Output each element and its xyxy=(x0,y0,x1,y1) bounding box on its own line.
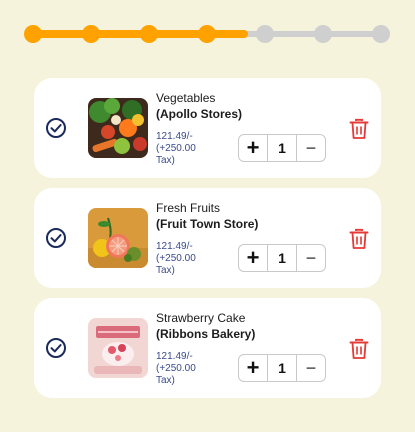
quantity-value: 1 xyxy=(278,140,286,156)
quantity-stepper: + 1 − xyxy=(238,244,326,272)
decrease-quantity-button[interactable]: − xyxy=(296,245,325,271)
trash-icon[interactable] xyxy=(349,228,369,250)
progress-step xyxy=(198,25,216,43)
progress-step xyxy=(372,25,390,43)
price-value: 121.49/- xyxy=(156,351,193,362)
progress-step xyxy=(256,25,274,43)
cart-item-card: Vegetables (Apollo Stores) 121.49/- (+25… xyxy=(34,78,381,178)
checkout-progress xyxy=(24,24,390,44)
item-price: 121.49/- (+250.00 Tax) xyxy=(156,241,216,277)
decrease-quantity-button[interactable]: − xyxy=(296,135,325,161)
quantity-stepper: + 1 − xyxy=(238,354,326,382)
checked-circle-icon[interactable] xyxy=(45,117,67,139)
price-value: 121.49/- xyxy=(156,131,193,142)
quantity-value: 1 xyxy=(278,250,286,266)
increase-quantity-button[interactable]: + xyxy=(239,245,268,271)
quantity-value: 1 xyxy=(278,360,286,376)
fruits-image xyxy=(88,208,148,268)
cart-item-card: Strawberry Cake (Ribbons Bakery) 121.49/… xyxy=(34,298,381,398)
checked-circle-icon[interactable] xyxy=(45,337,67,359)
store-name: (Apollo Stores) xyxy=(156,107,242,121)
vegetables-image xyxy=(88,98,148,158)
price-value: 121.49/- xyxy=(156,241,193,252)
store-name: (Ribbons Bakery) xyxy=(156,327,256,341)
cake-image xyxy=(88,318,148,378)
item-price: 121.49/- (+250.00 Tax) xyxy=(156,131,216,167)
progress-step xyxy=(82,25,100,43)
item-name: Strawberry Cake xyxy=(156,311,246,325)
tax-value: (+250.00 Tax) xyxy=(156,253,196,276)
tax-value: (+250.00 Tax) xyxy=(156,143,196,166)
item-name: Vegetables xyxy=(156,91,216,105)
progress-step xyxy=(314,25,332,43)
increase-quantity-button[interactable]: + xyxy=(239,355,268,381)
cart-item-card: Fresh Fruits (Fruit Town Store) 121.49/-… xyxy=(34,188,381,288)
item-name: Fresh Fruits xyxy=(156,201,221,215)
progress-step xyxy=(24,25,42,43)
checked-circle-icon[interactable] xyxy=(45,227,67,249)
tax-value: (+250.00 Tax) xyxy=(156,363,196,386)
decrease-quantity-button[interactable]: − xyxy=(296,355,325,381)
trash-icon[interactable] xyxy=(349,118,369,140)
increase-quantity-button[interactable]: + xyxy=(239,135,268,161)
progress-step xyxy=(140,25,158,43)
item-price: 121.49/- (+250.00 Tax) xyxy=(156,351,216,387)
store-name: (Fruit Town Store) xyxy=(156,217,259,231)
quantity-stepper: + 1 − xyxy=(238,134,326,162)
trash-icon[interactable] xyxy=(349,338,369,360)
